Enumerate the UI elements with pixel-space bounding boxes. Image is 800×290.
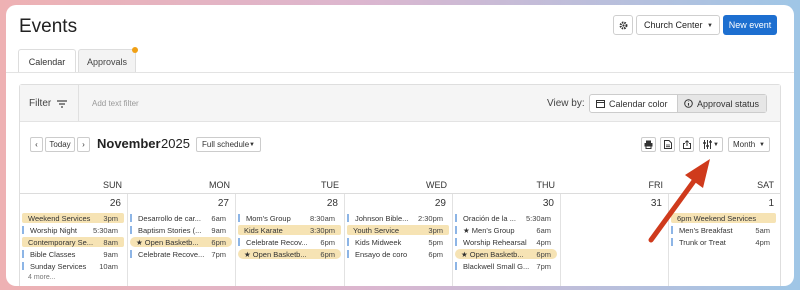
annotation-arrow (648, 159, 710, 243)
app-window: Events Church Center ▼ New event Calenda… (6, 5, 794, 286)
